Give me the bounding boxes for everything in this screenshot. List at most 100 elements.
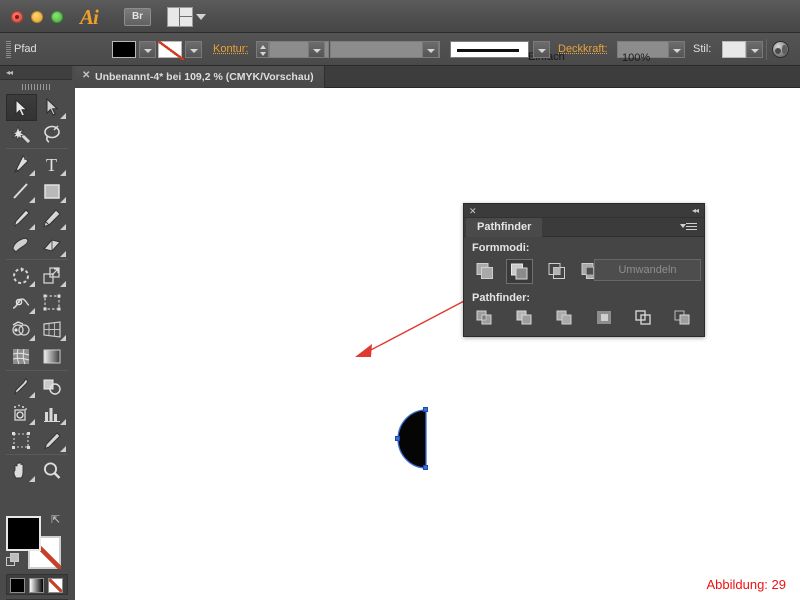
pathfinder-minus-back[interactable] bbox=[672, 308, 698, 330]
anchor-point[interactable] bbox=[395, 436, 400, 441]
stroke-label[interactable]: Kontur: bbox=[213, 43, 248, 55]
tool-mesh[interactable] bbox=[6, 343, 37, 370]
tool-scale[interactable] bbox=[37, 262, 68, 289]
tool-selection[interactable] bbox=[6, 94, 37, 121]
flyout-indicator-icon bbox=[29, 392, 35, 398]
tools-panel: ◂◂ T ⇱ bbox=[0, 66, 75, 600]
tool-paintbrush[interactable] bbox=[6, 205, 37, 232]
pathfinder-divide[interactable] bbox=[474, 308, 500, 330]
tool-line-segment[interactable] bbox=[6, 178, 37, 205]
half-circle-shape[interactable] bbox=[397, 408, 437, 470]
tool-grid: T bbox=[6, 94, 68, 484]
tool-lasso[interactable] bbox=[37, 121, 68, 148]
window-zoom-button[interactable] bbox=[51, 11, 63, 23]
window-close-button[interactable] bbox=[11, 11, 23, 23]
stroke-weight-dropdown[interactable] bbox=[308, 41, 325, 58]
pathfinder-trim[interactable] bbox=[514, 308, 540, 330]
fill-stroke-controls: ⇱ bbox=[6, 513, 68, 571]
fill-color-swatch[interactable] bbox=[6, 516, 41, 551]
collapse-icon[interactable]: ◂◂ bbox=[692, 206, 698, 216]
chevron-down-icon[interactable] bbox=[196, 14, 206, 20]
stroke-style-dropdown[interactable] bbox=[533, 41, 550, 58]
window-minimize-button[interactable] bbox=[31, 11, 43, 23]
stroke-swatch[interactable] bbox=[158, 41, 182, 58]
close-icon[interactable]: ✕ bbox=[82, 72, 90, 80]
document-canvas[interactable]: Abbildung: 29 bbox=[75, 88, 800, 600]
stroke-style-field[interactable]: Einfach bbox=[450, 41, 529, 58]
control-bar-divider bbox=[766, 39, 767, 60]
anchor-point[interactable] bbox=[423, 407, 428, 412]
pathfinder-panel-titlebar[interactable]: ✕ ◂◂ bbox=[464, 204, 704, 218]
workspace-switcher-icon[interactable] bbox=[772, 41, 789, 58]
flyout-indicator-icon bbox=[60, 281, 66, 287]
color-button[interactable] bbox=[10, 578, 25, 593]
opacity-dropdown[interactable] bbox=[668, 41, 685, 58]
graphic-style-swatch[interactable] bbox=[722, 41, 746, 58]
fill-swatch[interactable] bbox=[112, 41, 136, 58]
flyout-indicator-icon bbox=[29, 419, 35, 425]
tools-panel-collapse-button[interactable]: ◂◂ bbox=[0, 66, 72, 80]
shape-mode-intersect[interactable] bbox=[544, 259, 571, 284]
gradient-button[interactable] bbox=[29, 578, 44, 593]
tool-divider bbox=[6, 454, 68, 455]
stroke-swatch-dropdown[interactable] bbox=[185, 41, 202, 58]
tool-gradient[interactable] bbox=[37, 343, 68, 370]
tool-slice[interactable] bbox=[37, 427, 68, 454]
pathfinder-outline[interactable] bbox=[633, 308, 659, 330]
bridge-button[interactable]: Br bbox=[124, 8, 151, 26]
tool-shape-builder[interactable] bbox=[6, 316, 37, 343]
anchor-point[interactable] bbox=[423, 465, 428, 470]
tool-perspective-grid[interactable] bbox=[37, 316, 68, 343]
tool-pen[interactable] bbox=[6, 151, 37, 178]
none-button[interactable] bbox=[48, 578, 63, 593]
tool-hand[interactable] bbox=[6, 457, 37, 484]
tool-eyedropper[interactable] bbox=[6, 373, 37, 400]
tool-pencil[interactable] bbox=[37, 205, 68, 232]
tool-eraser[interactable] bbox=[37, 232, 68, 259]
swap-fill-stroke-icon[interactable]: ⇱ bbox=[51, 513, 60, 526]
stroke-preview-line bbox=[457, 49, 519, 52]
tool-rotate[interactable] bbox=[6, 262, 37, 289]
document-tab-strip: ✕ Unbenannt-4* bei 109,2 % (CMYK/Vorscha… bbox=[75, 66, 800, 88]
fill-swatch-dropdown[interactable] bbox=[139, 41, 156, 58]
tool-direct-selection[interactable] bbox=[37, 94, 68, 121]
pathfinder-crop[interactable] bbox=[594, 308, 620, 330]
shape-mode-unite[interactable] bbox=[472, 259, 499, 284]
flyout-indicator-icon bbox=[60, 197, 66, 203]
default-fill-stroke-icon[interactable] bbox=[6, 553, 20, 567]
tool-blend[interactable] bbox=[37, 373, 68, 400]
panel-menu-icon[interactable] bbox=[683, 223, 697, 232]
color-mode-buttons bbox=[6, 574, 68, 595]
style-label: Stil: bbox=[693, 43, 711, 55]
tool-artboard[interactable] bbox=[6, 427, 37, 454]
control-bar-grip[interactable] bbox=[6, 41, 11, 58]
opacity-field[interactable]: 100% bbox=[617, 41, 669, 58]
graphic-style-dropdown[interactable] bbox=[746, 41, 763, 58]
opacity-label[interactable]: Deckkraft: bbox=[558, 43, 608, 55]
shape-mode-minus-front[interactable] bbox=[506, 259, 533, 284]
tool-magic-wand[interactable] bbox=[6, 121, 37, 148]
stroke-profile-dropdown[interactable] bbox=[422, 41, 439, 58]
tool-type[interactable]: T bbox=[37, 151, 68, 178]
tool-free-transform[interactable] bbox=[37, 289, 68, 316]
arrange-documents-icon[interactable] bbox=[167, 7, 193, 27]
flyout-indicator-icon bbox=[29, 335, 35, 341]
tool-rectangle[interactable] bbox=[37, 178, 68, 205]
document-tab[interactable]: ✕ Unbenannt-4* bei 109,2 % (CMYK/Vorscha… bbox=[75, 66, 325, 88]
tool-symbol-sprayer[interactable] bbox=[6, 400, 37, 427]
tool-width[interactable] bbox=[6, 289, 37, 316]
flyout-indicator-icon bbox=[60, 170, 66, 176]
tool-blob-brush[interactable] bbox=[6, 232, 37, 259]
title-bar: Ai Br bbox=[0, 0, 800, 33]
flyout-indicator-icon bbox=[29, 170, 35, 176]
tool-zoom[interactable] bbox=[37, 457, 68, 484]
stroke-weight-stepper[interactable] bbox=[256, 41, 269, 58]
tab-pathfinder[interactable]: Pathfinder bbox=[466, 218, 542, 237]
tools-panel-grip[interactable] bbox=[22, 84, 50, 90]
close-icon[interactable]: ✕ bbox=[469, 206, 477, 216]
tool-divider bbox=[6, 370, 68, 371]
expand-button[interactable]: Umwandeln bbox=[594, 259, 701, 281]
pathfinder-merge[interactable] bbox=[554, 308, 580, 330]
tool-column-graph[interactable] bbox=[37, 400, 68, 427]
figure-caption: Abbildung: 29 bbox=[706, 577, 786, 592]
